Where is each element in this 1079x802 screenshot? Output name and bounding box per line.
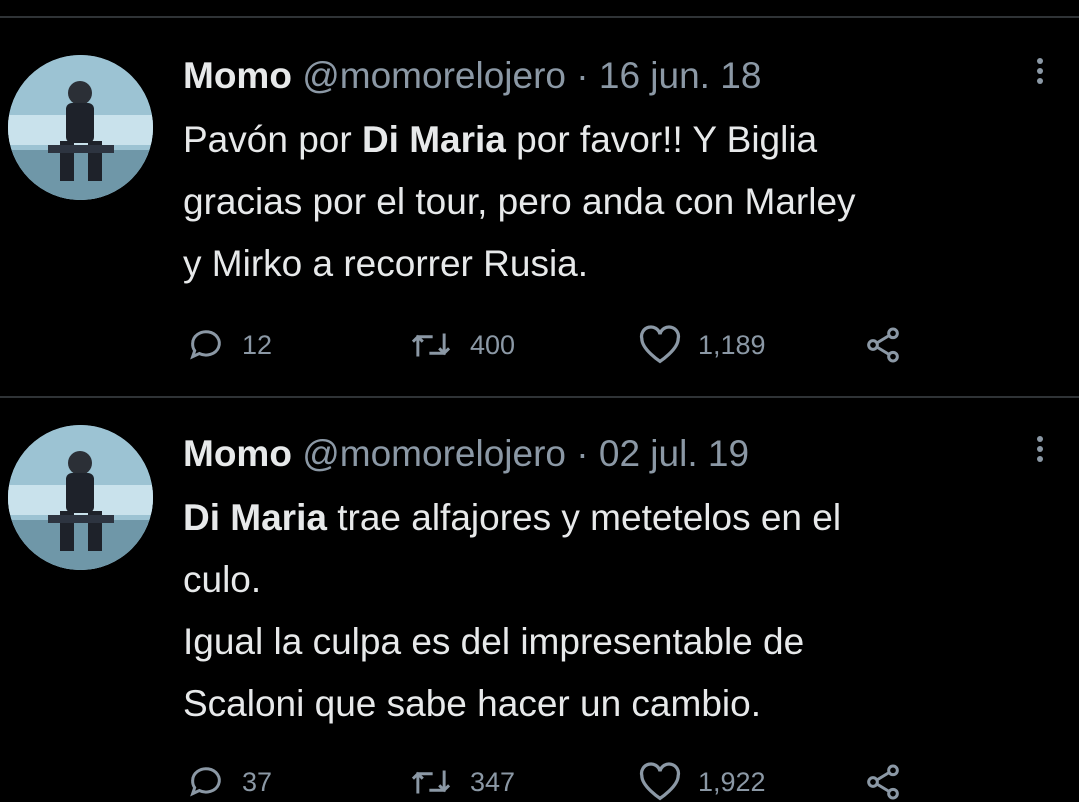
like-count: 1,189: [698, 329, 766, 360]
share-button[interactable]: [863, 762, 919, 802]
like-button[interactable]: 1,189: [638, 325, 766, 365]
retweet-icon: [411, 333, 451, 357]
tweet-line: Igual la culpa es del impresentable de: [183, 621, 805, 662]
user-handle[interactable]: @momorelojero: [302, 55, 566, 96]
top-divider: [0, 16, 1079, 18]
avatar[interactable]: [8, 55, 153, 200]
retweet-count: 400: [470, 329, 516, 360]
like-icon: [639, 762, 681, 801]
reply-count: 12: [242, 329, 273, 360]
reply-button[interactable]: 12: [186, 325, 272, 365]
tweet-actions: 12 400 1,189: [183, 325, 943, 365]
tweet-header: Momo @momorelojero · 16 jun. 18: [183, 56, 761, 96]
tweet-header: Momo @momorelojero · 02 jul. 19: [183, 434, 749, 474]
tweet-text: Di Maria trae alfajores y metetelos en e…: [183, 487, 1063, 735]
display-name[interactable]: Momo: [183, 433, 292, 474]
tweet-line: Pavón por Di Maria por favor!! Y Biglia: [183, 119, 818, 160]
more-icon[interactable]: [1030, 54, 1050, 94]
tweet-date[interactable]: 02 jul. 19: [599, 433, 749, 474]
tweet-line: Scaloni que sabe hacer un cambio.: [183, 683, 761, 724]
tweet-actions: 37 347 1,922: [183, 762, 943, 802]
like-icon: [639, 325, 681, 364]
share-button[interactable]: [863, 325, 919, 365]
retweet-button[interactable]: 347: [408, 762, 515, 802]
retweet-icon: [411, 770, 451, 794]
separator: ·: [576, 433, 589, 474]
more-icon[interactable]: [1030, 432, 1050, 472]
reply-button[interactable]: 37: [186, 762, 272, 802]
tweet-line: culo.: [183, 559, 262, 600]
share-icon: [867, 327, 899, 363]
user-handle[interactable]: @momorelojero: [302, 433, 566, 474]
tweet-line: gracias por el tour, pero anda con Marle…: [183, 181, 856, 222]
avatar[interactable]: [8, 425, 153, 570]
reply-icon: [190, 330, 221, 360]
tweet-text: Pavón por Di Maria por favor!! Y Biglia …: [183, 109, 1063, 295]
tweet-divider: [0, 396, 1079, 398]
like-button[interactable]: 1,922: [638, 762, 766, 802]
retweet-button[interactable]: 400: [408, 325, 515, 365]
separator: ·: [576, 55, 589, 96]
tweet-line: y Mirko a recorrer Rusia.: [183, 243, 589, 284]
tweet-line: Di Maria trae alfajores y metetelos en e…: [183, 497, 842, 538]
reply-icon: [190, 767, 221, 797]
display-name[interactable]: Momo: [183, 55, 292, 96]
tweet-date[interactable]: 16 jun. 18: [599, 55, 762, 96]
share-icon: [867, 764, 899, 800]
